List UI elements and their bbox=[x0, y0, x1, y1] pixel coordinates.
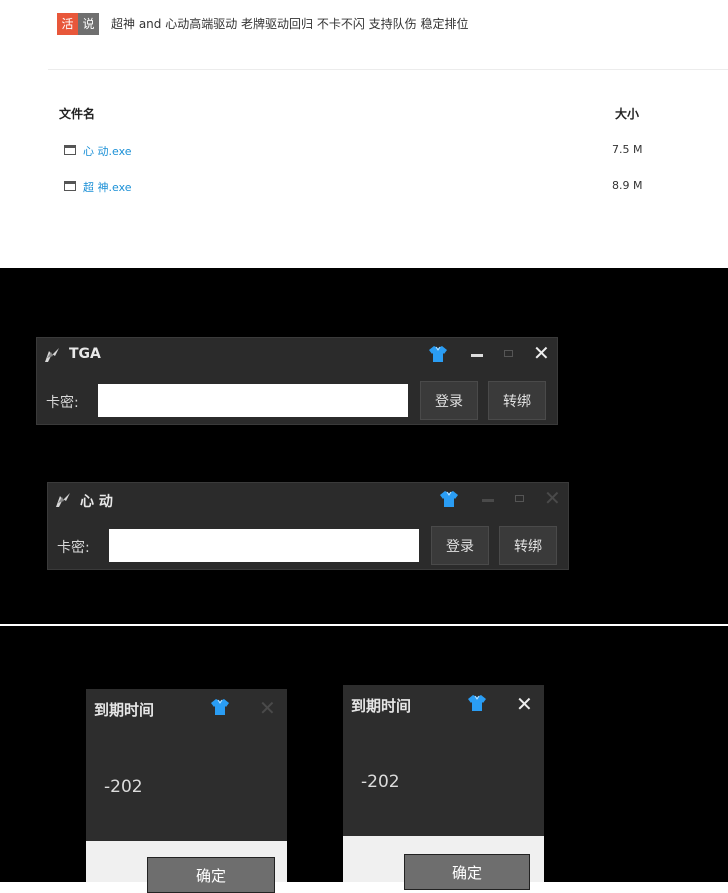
expiry-dialog: 到期时间 ✕ -202 确定 bbox=[343, 685, 544, 890]
column-header-filename: 文件名 bbox=[59, 107, 96, 121]
close-button[interactable]: ✕ bbox=[544, 488, 561, 508]
smoke-logo-icon bbox=[45, 348, 59, 362]
expiry-dialog: 到期时间 ✕ -202 确定 bbox=[86, 689, 287, 893]
login-button[interactable]: 登录 bbox=[431, 526, 489, 565]
file-row: 心 动.exe 7.5 M bbox=[0, 141, 728, 161]
tag-badge-huo: 活 bbox=[57, 13, 78, 35]
minimize-button[interactable] bbox=[482, 499, 494, 502]
shirt-icon[interactable] bbox=[210, 697, 230, 717]
file-size: 8.9 M bbox=[612, 179, 643, 192]
dialog-title: 到期时间 bbox=[351, 697, 412, 715]
maximize-button[interactable] bbox=[504, 350, 513, 357]
tag-badge-shuo: 说 bbox=[78, 13, 99, 35]
window-title: TGA bbox=[69, 346, 101, 362]
minimize-button[interactable] bbox=[471, 354, 483, 357]
close-button[interactable]: ✕ bbox=[259, 698, 276, 718]
login-screenshot: TGA ✕ 卡密: 登录 转绑 心 动 ✕ 卡密: 登录 转绑 bbox=[0, 268, 728, 624]
divider bbox=[48, 69, 728, 70]
dialog-footer: 确定 bbox=[86, 841, 287, 893]
shirt-icon[interactable] bbox=[467, 693, 487, 713]
smoke-logo-icon bbox=[56, 493, 70, 507]
column-header-size: 大小 bbox=[615, 107, 640, 121]
expiry-value: -202 bbox=[104, 777, 143, 797]
ok-button[interactable]: 确定 bbox=[404, 854, 530, 890]
card-key-label: 卡密: bbox=[46, 395, 79, 411]
file-size: 7.5 M bbox=[612, 143, 643, 156]
card-key-label: 卡密: bbox=[57, 540, 90, 556]
rebind-button[interactable]: 转绑 bbox=[499, 526, 557, 565]
window-file-icon bbox=[64, 181, 76, 191]
window-file-icon bbox=[64, 145, 76, 155]
close-button[interactable]: ✕ bbox=[533, 343, 550, 363]
expiry-value: -202 bbox=[361, 772, 400, 792]
rebind-button[interactable]: 转绑 bbox=[488, 381, 546, 420]
maximize-button[interactable] bbox=[515, 495, 524, 502]
close-button[interactable]: ✕ bbox=[516, 694, 533, 714]
login-window-tga: TGA ✕ 卡密: 登录 转绑 bbox=[36, 337, 558, 425]
dialog-title: 到期时间 bbox=[94, 701, 155, 719]
post-section: 活 说 超神 and 心动高端驱动 老牌驱动回归 不卡不闪 支持队伤 稳定排位 … bbox=[0, 0, 728, 268]
file-link[interactable]: 超 神.exe bbox=[83, 179, 132, 195]
file-row: 超 神.exe 8.9 M bbox=[0, 177, 728, 197]
expiry-screenshot: 到期时间 ✕ -202 确定 到期时间 ✕ -202 确定 bbox=[0, 626, 728, 893]
file-link[interactable]: 心 动.exe bbox=[83, 143, 132, 159]
card-key-input[interactable] bbox=[98, 384, 408, 417]
card-key-input[interactable] bbox=[109, 529, 419, 562]
shirt-icon[interactable] bbox=[428, 344, 448, 364]
post-title[interactable]: 超神 and 心动高端驱动 老牌驱动回归 不卡不闪 支持队伤 稳定排位 bbox=[111, 15, 468, 32]
login-window-xindong: 心 动 ✕ 卡密: 登录 转绑 bbox=[47, 482, 569, 570]
window-title: 心 动 bbox=[80, 494, 113, 510]
ok-button[interactable]: 确定 bbox=[147, 857, 275, 893]
login-button[interactable]: 登录 bbox=[420, 381, 478, 420]
shirt-icon[interactable] bbox=[439, 489, 459, 509]
dialog-footer: 确定 bbox=[343, 836, 544, 890]
